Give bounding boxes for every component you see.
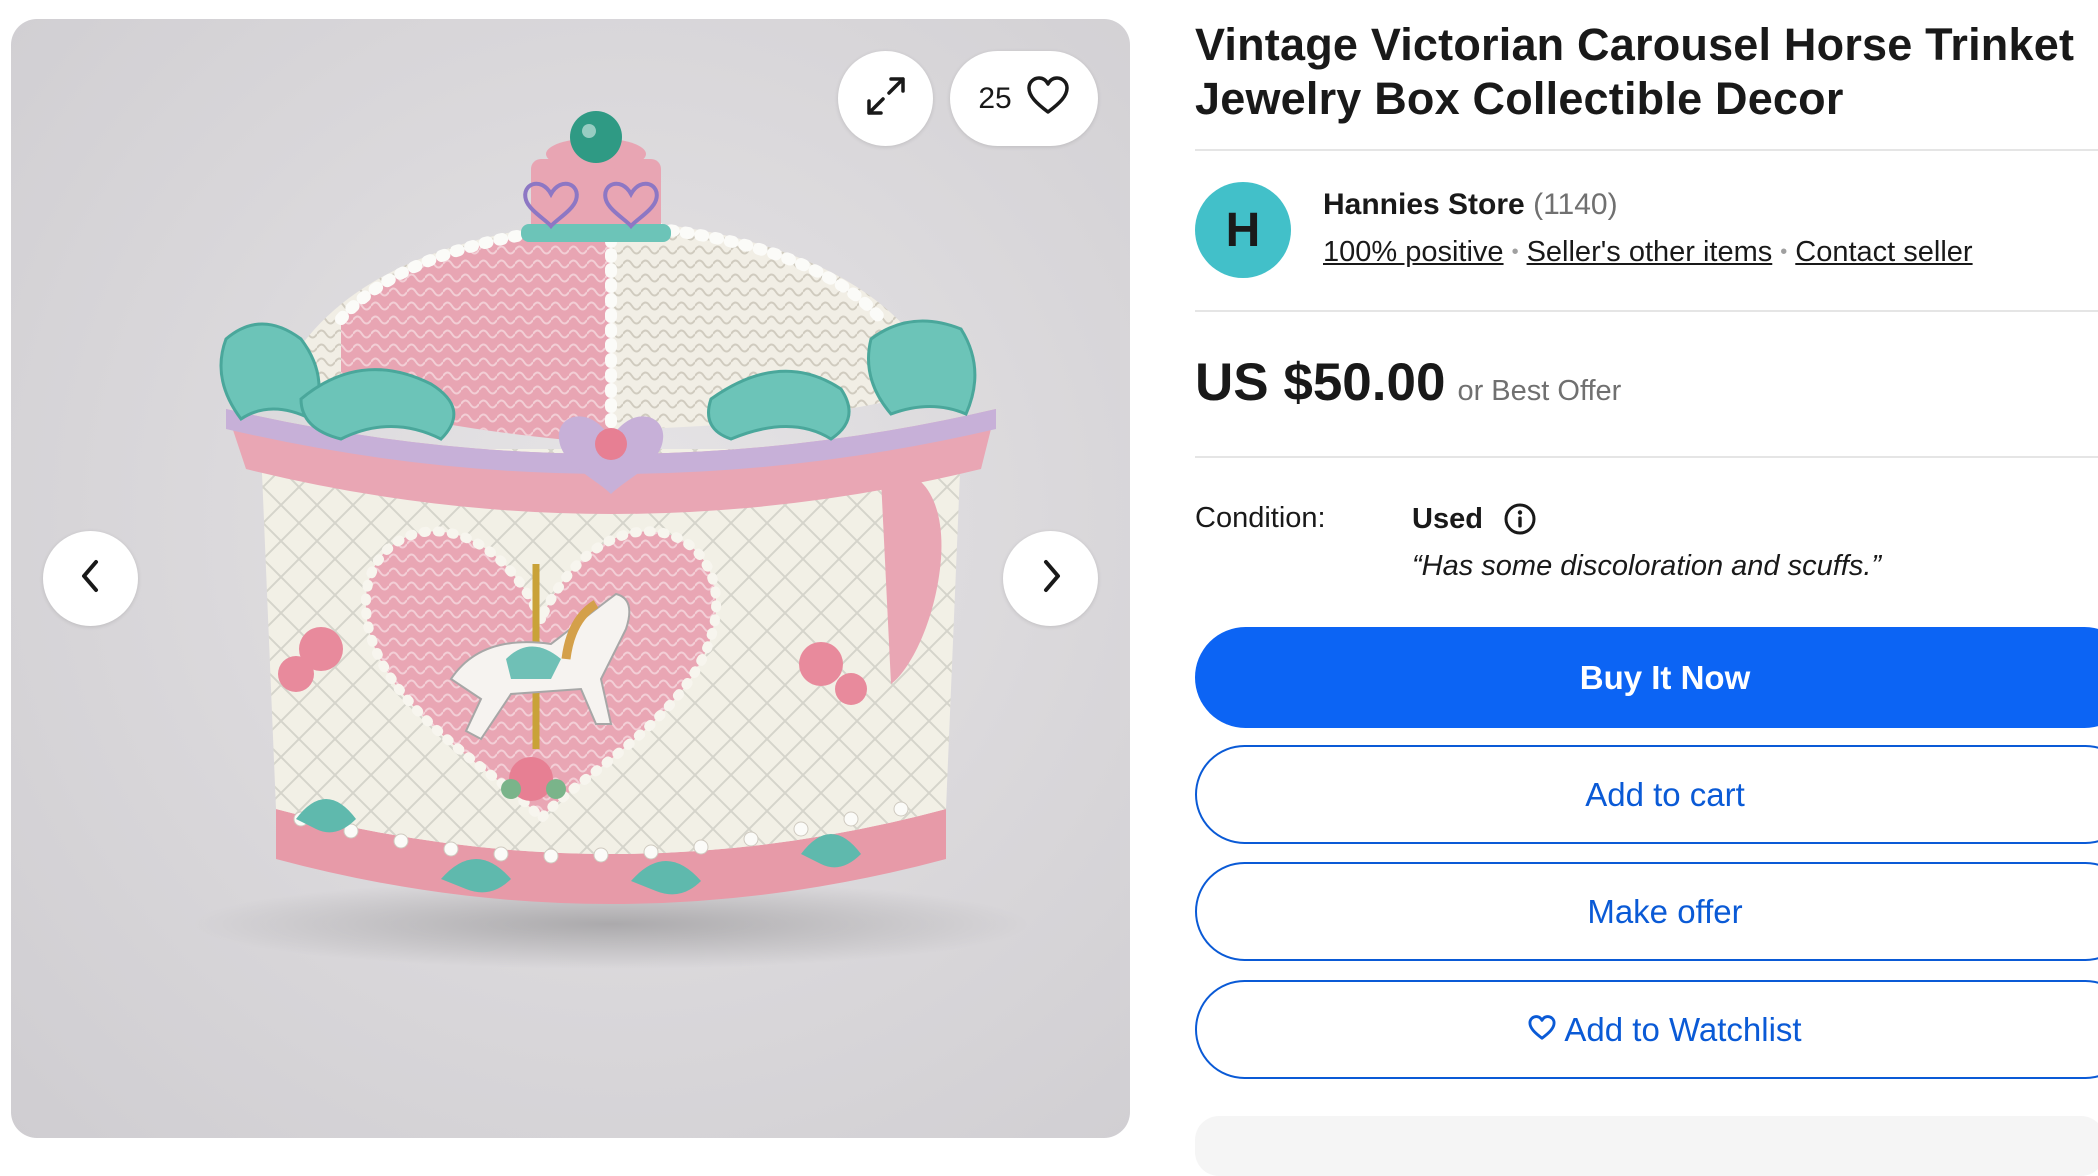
seller-links: 100% positive • Seller's other items • C…: [1323, 236, 1973, 269]
next-image-button[interactable]: [1003, 531, 1098, 626]
expand-button[interactable]: [838, 51, 933, 146]
buy-it-now-button[interactable]: Buy It Now: [1195, 627, 2098, 728]
seller-name-link[interactable]: Hannies Store: [1323, 188, 1525, 221]
previous-image-button[interactable]: [43, 531, 138, 626]
add-to-cart-button[interactable]: Add to cart: [1195, 745, 2098, 844]
add-to-watchlist-label: Add to Watchlist: [1564, 1010, 1802, 1048]
info-icon[interactable]: [1503, 502, 1537, 536]
watch-count: 25: [978, 81, 1012, 115]
contact-seller-link[interactable]: Contact seller: [1795, 236, 1972, 269]
listing-title-line1: Vintage Victorian Carousel Horse Trinket: [1195, 19, 2075, 70]
condition-description: “Has some discoloration and scuffs.”: [1412, 550, 1882, 582]
seller-avatar[interactable]: H: [1195, 182, 1291, 278]
expand-icon: [861, 71, 911, 126]
chevron-left-icon: [76, 556, 106, 601]
separator-dot: •: [1780, 241, 1788, 263]
divider: [1195, 456, 2098, 458]
condition-value-row: Used: [1412, 502, 1537, 536]
listing-title-line2: Jewelry Box Collectible Decor: [1195, 73, 1844, 124]
seller-info: Hannies Store (1140): [1323, 188, 1618, 222]
divider: [1195, 149, 2098, 151]
image-gallery[interactable]: 25: [11, 19, 1130, 1138]
divider: [1195, 310, 2098, 312]
sellers-other-items-link[interactable]: Seller's other items: [1527, 236, 1773, 269]
separator-dot: •: [1511, 241, 1519, 263]
seller-feedback-count: (1140): [1533, 188, 1618, 221]
condition-value: Used: [1412, 502, 1483, 535]
chevron-right-icon: [1036, 556, 1066, 601]
shipping-info-card: [1195, 1116, 2098, 1176]
price: US $50.00: [1195, 353, 1446, 412]
positive-feedback-link[interactable]: 100% positive: [1323, 236, 1504, 269]
watchers-button[interactable]: 25: [950, 51, 1098, 146]
make-offer-button[interactable]: Make offer: [1195, 862, 2098, 961]
listing-title: Vintage Victorian Carousel Horse Trinket…: [1195, 18, 2095, 126]
heart-icon: [1026, 76, 1070, 121]
heart-icon: [1528, 1011, 1556, 1049]
best-offer-label: or Best Offer: [1457, 375, 1622, 407]
add-to-watchlist-button[interactable]: Add to Watchlist: [1195, 980, 2098, 1079]
price-section: US $50.00 or Best Offer: [1195, 352, 1621, 413]
condition-label: Condition:: [1195, 502, 1326, 534]
product-photo[interactable]: [11, 19, 1130, 1138]
